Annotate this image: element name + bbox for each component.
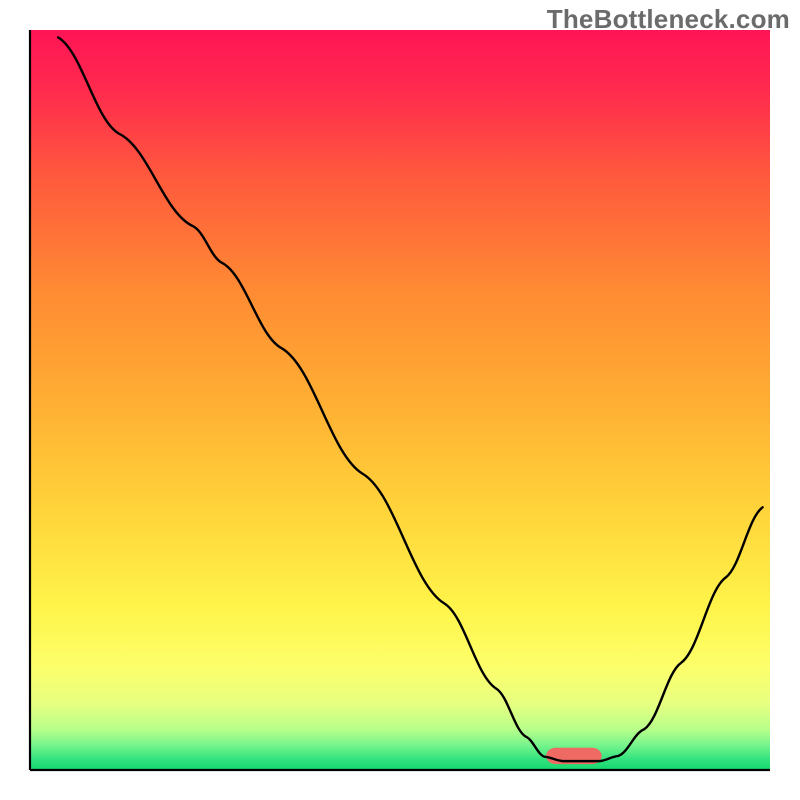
chart-container: TheBottleneck.com <box>0 0 800 800</box>
watermark-text: TheBottleneck.com <box>547 4 790 35</box>
bottleneck-chart <box>0 0 800 800</box>
plot-background <box>30 30 770 770</box>
